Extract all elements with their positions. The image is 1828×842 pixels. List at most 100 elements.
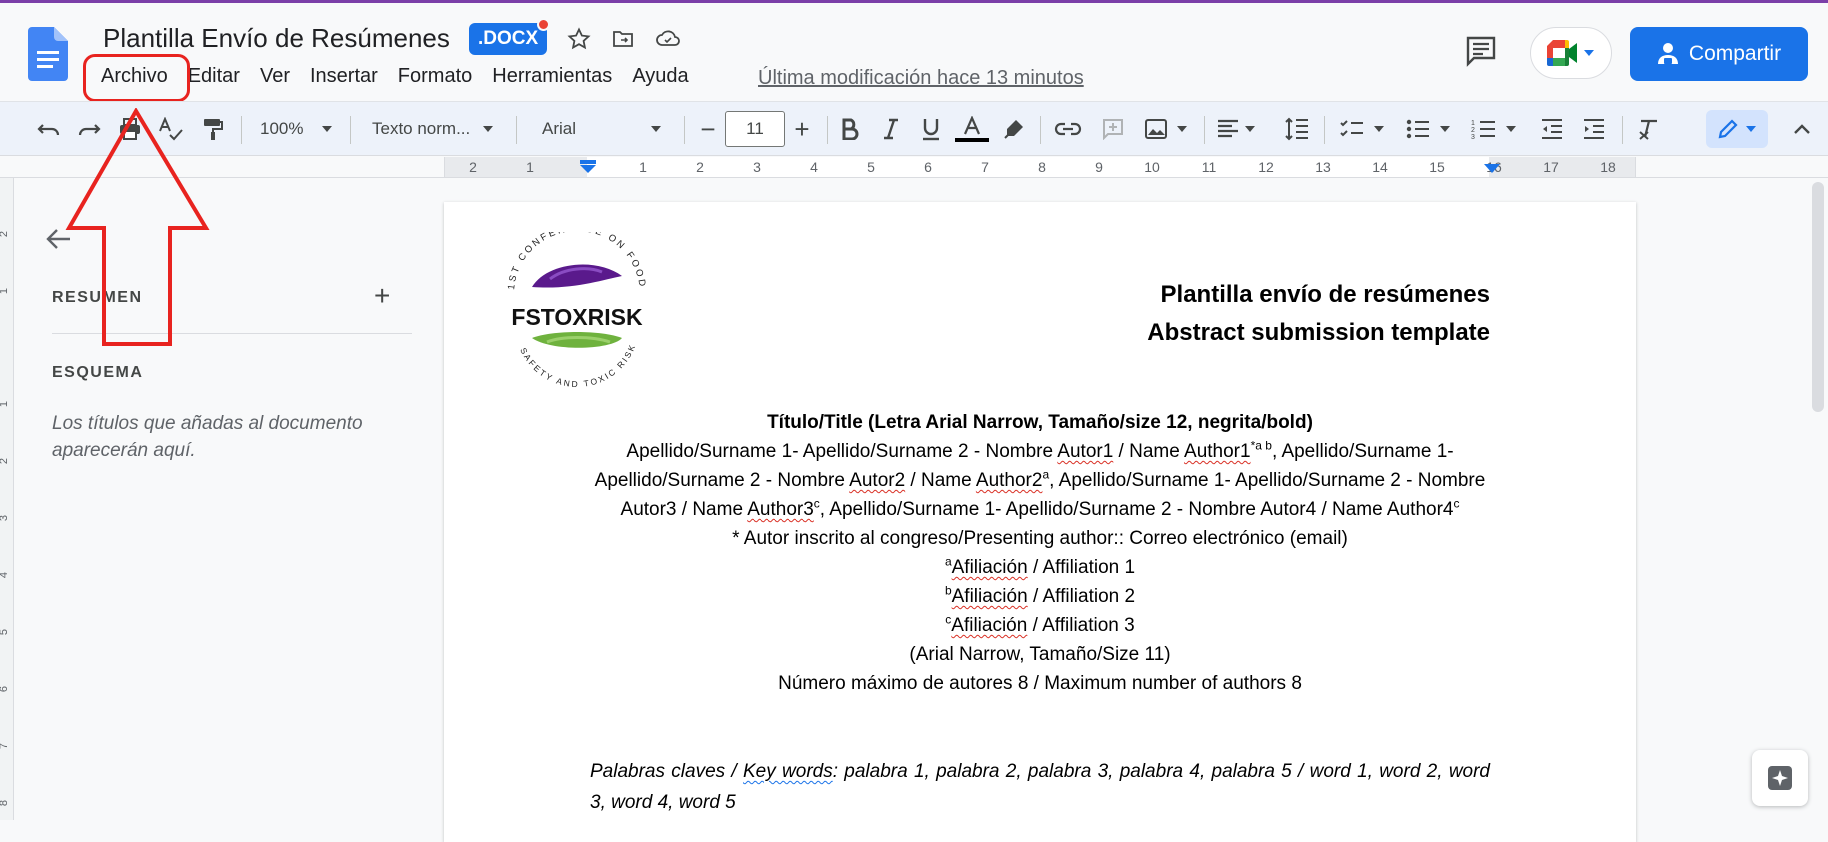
keywords-paragraph: Palabras claves / Key words: palabra 1, … (590, 761, 1491, 813)
numbered-list-icon[interactable]: 123 (1466, 112, 1522, 146)
comments-icon[interactable] (1464, 34, 1498, 68)
person-lock-icon (1657, 43, 1678, 64)
outline-heading: ESQUEMA (52, 364, 144, 381)
insert-link-icon[interactable] (1050, 112, 1086, 146)
affiliation-3: cAfiliación / Affiliation 3 (945, 612, 1135, 636)
ruler-number: 5 (867, 159, 875, 175)
ruler-number: 10 (1144, 159, 1160, 175)
text-color-icon[interactable] (955, 112, 989, 146)
vruler-number: 2 (0, 231, 10, 237)
notification-dot (537, 18, 550, 31)
left-indent-marker[interactable] (579, 160, 597, 174)
collapse-menus-icon[interactable] (1788, 112, 1816, 146)
svg-text:FSTOXRISK: FSTOXRISK (511, 304, 643, 330)
toolbar-separator (516, 116, 517, 144)
undo-icon[interactable] (32, 112, 66, 146)
zoom-select[interactable]: 100% (260, 112, 340, 146)
toolbar-separator (241, 116, 242, 144)
zoom-value: 100% (260, 119, 304, 138)
align-icon[interactable] (1212, 112, 1260, 146)
ruler-number: 2 (469, 159, 477, 175)
increase-indent-icon[interactable] (1577, 112, 1611, 146)
heading-line-es: Plantilla envío de resúmenes (1160, 281, 1490, 308)
star-icon[interactable] (565, 25, 593, 53)
ruler-number: 18 (1600, 159, 1616, 175)
right-indent-marker[interactable] (1483, 163, 1501, 175)
move-folder-icon[interactable] (609, 25, 637, 53)
last-modified-link[interactable]: Última modificación hace 13 minutos (758, 67, 1084, 90)
menu-ayuda[interactable]: Ayuda (622, 63, 698, 90)
toolbar-separator (1204, 116, 1205, 144)
vruler-number: 1 (0, 401, 10, 407)
bold-icon[interactable] (833, 112, 867, 146)
authors-line-1: Apellido/Surname 1- Apellido/Surname 2 -… (626, 438, 1454, 462)
line-spacing-icon[interactable] (1280, 112, 1314, 146)
ruler-track: 2 1 1 2 3 4 5 6 7 8 9 10 11 12 13 14 15 … (444, 157, 1636, 177)
svg-text:1: 1 (1471, 120, 1475, 127)
vruler-number: 2 (0, 458, 10, 464)
decrease-indent-icon[interactable] (1535, 112, 1569, 146)
font-size-input[interactable]: 11 (725, 111, 785, 147)
chevron-down-icon (1245, 126, 1255, 132)
menu-ver[interactable]: Ver (250, 63, 300, 90)
underline-icon[interactable] (914, 112, 948, 146)
document-title[interactable]: Plantilla Envío de Resúmenes (103, 23, 450, 54)
decrease-font-size-button[interactable]: − (692, 112, 724, 146)
ruler-number: 6 (924, 159, 932, 175)
toolbar-separator (1622, 116, 1623, 144)
explore-sparkle-icon (1768, 766, 1792, 790)
pencil-icon (1718, 119, 1738, 139)
paragraph-style-select[interactable]: Texto norm... (372, 112, 507, 146)
docs-logo-icon[interactable] (28, 27, 68, 81)
explore-button[interactable] (1752, 750, 1808, 806)
fstoxrisk-logo: 1ST CONFERENCE ON FOOD FSTOXRISK SAFETY … (506, 232, 645, 389)
insert-image-icon[interactable] (1136, 112, 1196, 146)
ruler-number: 17 (1543, 159, 1559, 175)
cloud-status-icon[interactable] (654, 25, 682, 53)
vruler-number: 5 (0, 629, 10, 635)
vruler-number: 4 (0, 572, 10, 578)
increase-font-size-button[interactable]: + (786, 112, 818, 146)
ruler-number: 4 (810, 159, 818, 175)
document-body: Título/Title (Letra Arial Narrow, Tamaño… (590, 408, 1490, 698)
highlight-color-icon[interactable] (997, 112, 1031, 146)
chevron-down-icon (651, 126, 662, 132)
ruler-number: 3 (753, 159, 761, 175)
add-comment-icon[interactable] (1096, 112, 1130, 146)
menu-herramientas[interactable]: Herramientas (482, 63, 622, 90)
share-button[interactable]: Compartir (1630, 27, 1808, 81)
italic-icon[interactable] (874, 112, 908, 146)
meet-button[interactable] (1530, 27, 1612, 79)
max-authors-note: Número máximo de autores 8 / Maximum num… (778, 673, 1302, 694)
chevron-down-icon (1374, 126, 1384, 132)
affiliation-1: aAfiliación / Affiliation 1 (944, 554, 1136, 578)
clear-formatting-icon[interactable] (1632, 112, 1666, 146)
font-value: Arial (542, 119, 577, 138)
chevron-down-icon (322, 126, 333, 132)
ruler-number: 13 (1315, 159, 1331, 175)
font-select[interactable]: Arial (542, 112, 677, 146)
add-summary-button[interactable]: + (374, 280, 390, 312)
vertical-scrollbar[interactable] (1812, 182, 1824, 412)
red-arrow-annotation (65, 108, 210, 346)
menu-formato[interactable]: Formato (388, 63, 482, 90)
paragraph-style-value: Texto norm... (372, 119, 471, 138)
docx-badge[interactable]: .DOCX (469, 23, 548, 55)
bulleted-list-icon[interactable] (1400, 112, 1456, 146)
document-page[interactable]: 1ST CONFERENCE ON FOOD FSTOXRISK SAFETY … (444, 202, 1636, 842)
presenting-author-line: * Autor inscrito al congreso/Presenting … (732, 528, 1348, 549)
ruler-number: 15 (1429, 159, 1445, 175)
authors-line-2: Apellido/Surname 2 - Nombre Autor2 / Nam… (594, 467, 1486, 491)
editing-toolbar: 100% Texto norm... Arial − 11 + 1 2 3 (0, 101, 1828, 156)
authors-line-3: Autor3 / Name Author3c, Apellido/Surname… (620, 496, 1460, 520)
toolbar-separator (350, 116, 351, 144)
vertical-ruler[interactable]: 2 1 1 2 3 4 5 6 7 8 (0, 178, 14, 820)
horizontal-ruler[interactable]: 2 1 1 2 3 4 5 6 7 8 9 10 11 12 13 14 15 … (0, 157, 1828, 178)
vruler-number: 3 (0, 515, 10, 521)
checklist-icon[interactable] (1334, 112, 1390, 146)
ruler-number: 1 (526, 159, 534, 175)
menu-insertar[interactable]: Insertar (300, 63, 388, 90)
ruler-number: 14 (1372, 159, 1388, 175)
toolbar-separator (1324, 116, 1325, 144)
editing-mode-select[interactable] (1706, 110, 1768, 148)
